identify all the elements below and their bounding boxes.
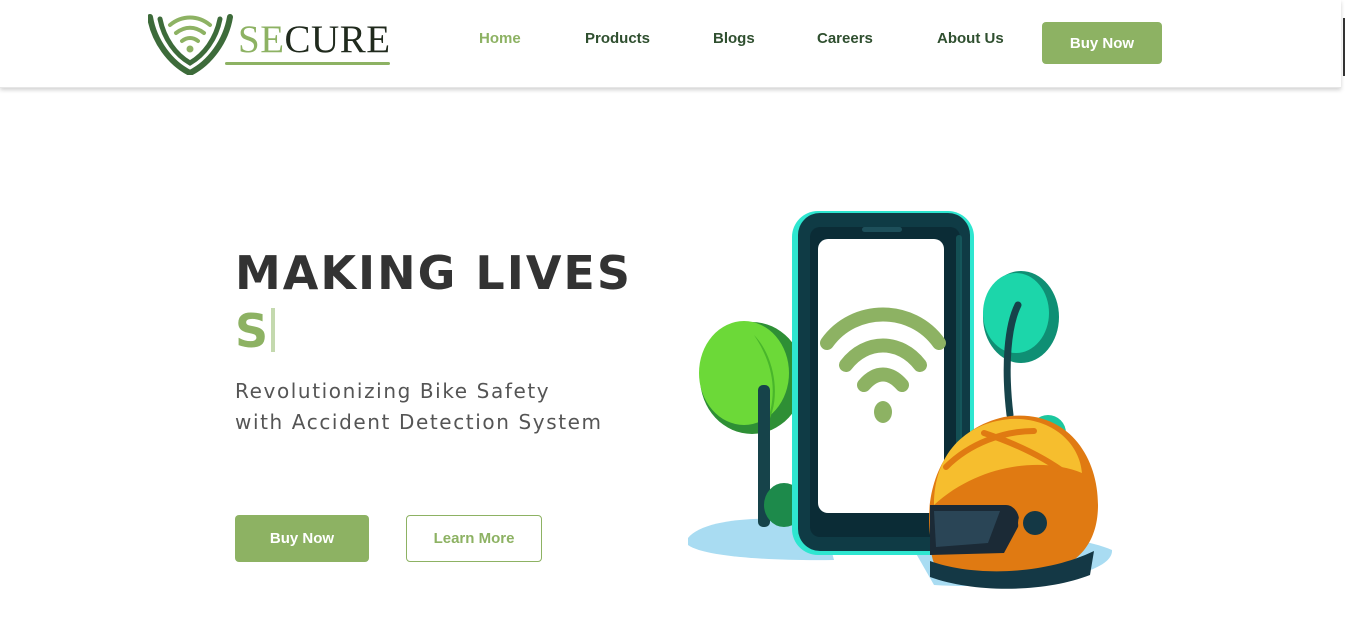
nav-item-about-us[interactable]: About Us: [937, 30, 1004, 48]
nav-item-careers[interactable]: Careers: [817, 30, 873, 48]
nav-item-products[interactable]: Products: [585, 30, 650, 48]
hero-subtitle-line-1: Revolutionizing Bike Safety: [235, 379, 551, 403]
hero-title: MAKING LIVES: [235, 246, 632, 300]
hero-subtitle-line-2: with Accident Detection System: [235, 410, 603, 434]
navbar: SECURE Home Products Blogs Careers About…: [0, 0, 1341, 88]
hero-learn-more-button[interactable]: Learn More: [406, 515, 542, 562]
hero-subtitle: Revolutionizing Bike Safety with Acciden…: [235, 376, 603, 438]
nav-buy-now-button[interactable]: Buy Now: [1042, 22, 1162, 64]
typing-cursor: [271, 308, 275, 352]
page: SECURE Home Products Blogs Careers About…: [0, 0, 1345, 617]
nav-item-home[interactable]: Home: [479, 30, 521, 48]
hero-typed-text: S: [235, 304, 269, 358]
hero-illustration: [688, 211, 1113, 589]
tree-icon: [699, 321, 804, 527]
hero-buy-now-button[interactable]: Buy Now: [235, 515, 369, 562]
nav-item-blogs[interactable]: Blogs: [713, 30, 755, 48]
